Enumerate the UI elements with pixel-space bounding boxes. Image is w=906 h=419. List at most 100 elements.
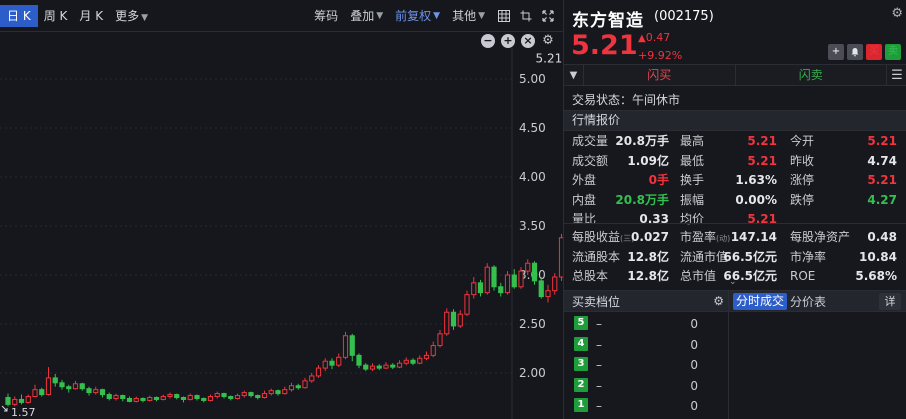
candle[interactable] [471, 276, 477, 299]
candle[interactable] [464, 290, 470, 317]
candle[interactable] [140, 397, 146, 403]
candle[interactable] [396, 360, 403, 369]
candle[interactable] [430, 341, 436, 358]
candle[interactable] [275, 389, 281, 396]
candle[interactable] [457, 310, 463, 328]
grid-icon[interactable] [497, 9, 511, 23]
gear-icon[interactable]: ⚙ [541, 34, 555, 48]
orderbook-level[interactable]: 5– 0 [572, 316, 722, 332]
adjust-button[interactable]: 前复权 ▼ [395, 7, 440, 24]
candle[interactable] [437, 329, 443, 348]
period-more[interactable]: 更多 ▼ [109, 5, 154, 27]
candle[interactable] [25, 394, 31, 404]
candle[interactable] [174, 393, 180, 400]
candle[interactable] [187, 393, 193, 401]
collapse-icon[interactable]: ▼ [564, 65, 584, 85]
candle[interactable] [207, 394, 214, 402]
candle[interactable] [315, 365, 322, 378]
candle[interactable] [309, 373, 315, 383]
candle[interactable] [349, 333, 355, 362]
candle[interactable] [45, 367, 52, 396]
period-week-k[interactable]: 周 K [38, 5, 74, 27]
candle[interactable] [72, 380, 79, 390]
zoom-out-icon[interactable]: − [481, 34, 495, 48]
candle[interactable] [234, 393, 241, 400]
candle[interactable] [167, 392, 173, 399]
candle[interactable] [282, 386, 288, 395]
candle[interactable] [376, 364, 382, 371]
candle[interactable] [477, 279, 484, 297]
candle[interactable] [133, 396, 139, 403]
candle[interactable] [153, 396, 160, 402]
candle[interactable] [504, 271, 511, 295]
candle[interactable] [268, 388, 274, 396]
sell-button[interactable]: 卖 [885, 44, 901, 60]
candle[interactable] [160, 394, 166, 401]
orderbook-level[interactable]: 1– 0 [572, 398, 722, 414]
candle[interactable] [79, 382, 85, 391]
candle[interactable] [147, 395, 153, 402]
candle[interactable] [32, 384, 38, 398]
candle[interactable] [113, 393, 119, 401]
flash-buy-button[interactable]: 闪买 [584, 65, 736, 85]
candle[interactable] [39, 387, 45, 397]
candle[interactable] [390, 363, 396, 370]
candle[interactable] [221, 392, 227, 399]
kline-panel[interactable]: 5.004.504.003.503.002.502.005.211.57 − +… [0, 31, 563, 419]
candle[interactable] [450, 309, 457, 330]
candle[interactable] [363, 363, 369, 372]
candle[interactable] [383, 362, 389, 370]
orderbook-level[interactable]: 2– 0 [572, 377, 722, 394]
candle[interactable] [288, 382, 295, 392]
candle[interactable] [214, 391, 220, 399]
alert-bell-icon[interactable] [847, 44, 863, 60]
orderbook-level[interactable]: 3– 0 [572, 357, 722, 373]
fullscreen-icon[interactable] [541, 9, 555, 23]
candle[interactable] [228, 395, 234, 401]
candle[interactable] [531, 261, 538, 285]
candle[interactable] [302, 377, 308, 389]
candle[interactable] [5, 393, 11, 407]
candle[interactable] [342, 331, 349, 360]
candle[interactable] [180, 396, 187, 403]
candle[interactable] [52, 373, 58, 387]
candle[interactable] [93, 386, 99, 395]
kline-chart[interactable]: 5.004.504.003.503.002.502.005.211.57 [0, 32, 563, 419]
tab-price-table[interactable]: 分价表 [790, 293, 826, 310]
candle[interactable] [261, 390, 268, 399]
gear-icon[interactable]: ⚙ [891, 6, 903, 21]
candle[interactable] [255, 394, 261, 400]
menu-icon[interactable]: ☰ [887, 65, 906, 85]
orderbook-level[interactable]: 4– 0 [572, 336, 722, 353]
buy-button[interactable]: 买 [866, 44, 882, 60]
zoom-in-icon[interactable]: + [501, 34, 515, 48]
period-day-k[interactable]: 日 K [0, 4, 38, 27]
chevron-down-icon[interactable]: ⌄ [729, 277, 737, 287]
candle[interactable] [552, 273, 558, 295]
overlay-button[interactable]: 叠加 ▼ [350, 7, 383, 24]
screenshot-icon[interactable] [519, 9, 533, 23]
candle[interactable] [322, 358, 328, 372]
candle[interactable] [329, 358, 335, 370]
candle[interactable] [410, 358, 416, 366]
other-button[interactable]: 其他 ▼ [452, 7, 485, 24]
candle[interactable] [59, 379, 65, 390]
candle[interactable] [444, 308, 450, 336]
close-icon[interactable]: × [521, 34, 535, 48]
detail-button[interactable]: 详 [879, 293, 901, 310]
candle[interactable] [356, 353, 362, 369]
candle[interactable] [99, 388, 106, 398]
candle[interactable] [336, 353, 342, 368]
candle[interactable] [417, 355, 423, 365]
chip-button[interactable]: 筹码 [314, 7, 338, 24]
candle[interactable] [18, 394, 25, 405]
candle[interactable] [106, 392, 112, 401]
gear-icon[interactable]: ⚙ [713, 294, 724, 308]
candle[interactable] [66, 384, 72, 393]
candle[interactable] [194, 394, 200, 401]
candle[interactable] [403, 357, 409, 366]
candle[interactable] [295, 383, 301, 390]
candle[interactable] [241, 390, 247, 398]
candle[interactable] [248, 391, 254, 398]
candle[interactable] [126, 396, 133, 403]
